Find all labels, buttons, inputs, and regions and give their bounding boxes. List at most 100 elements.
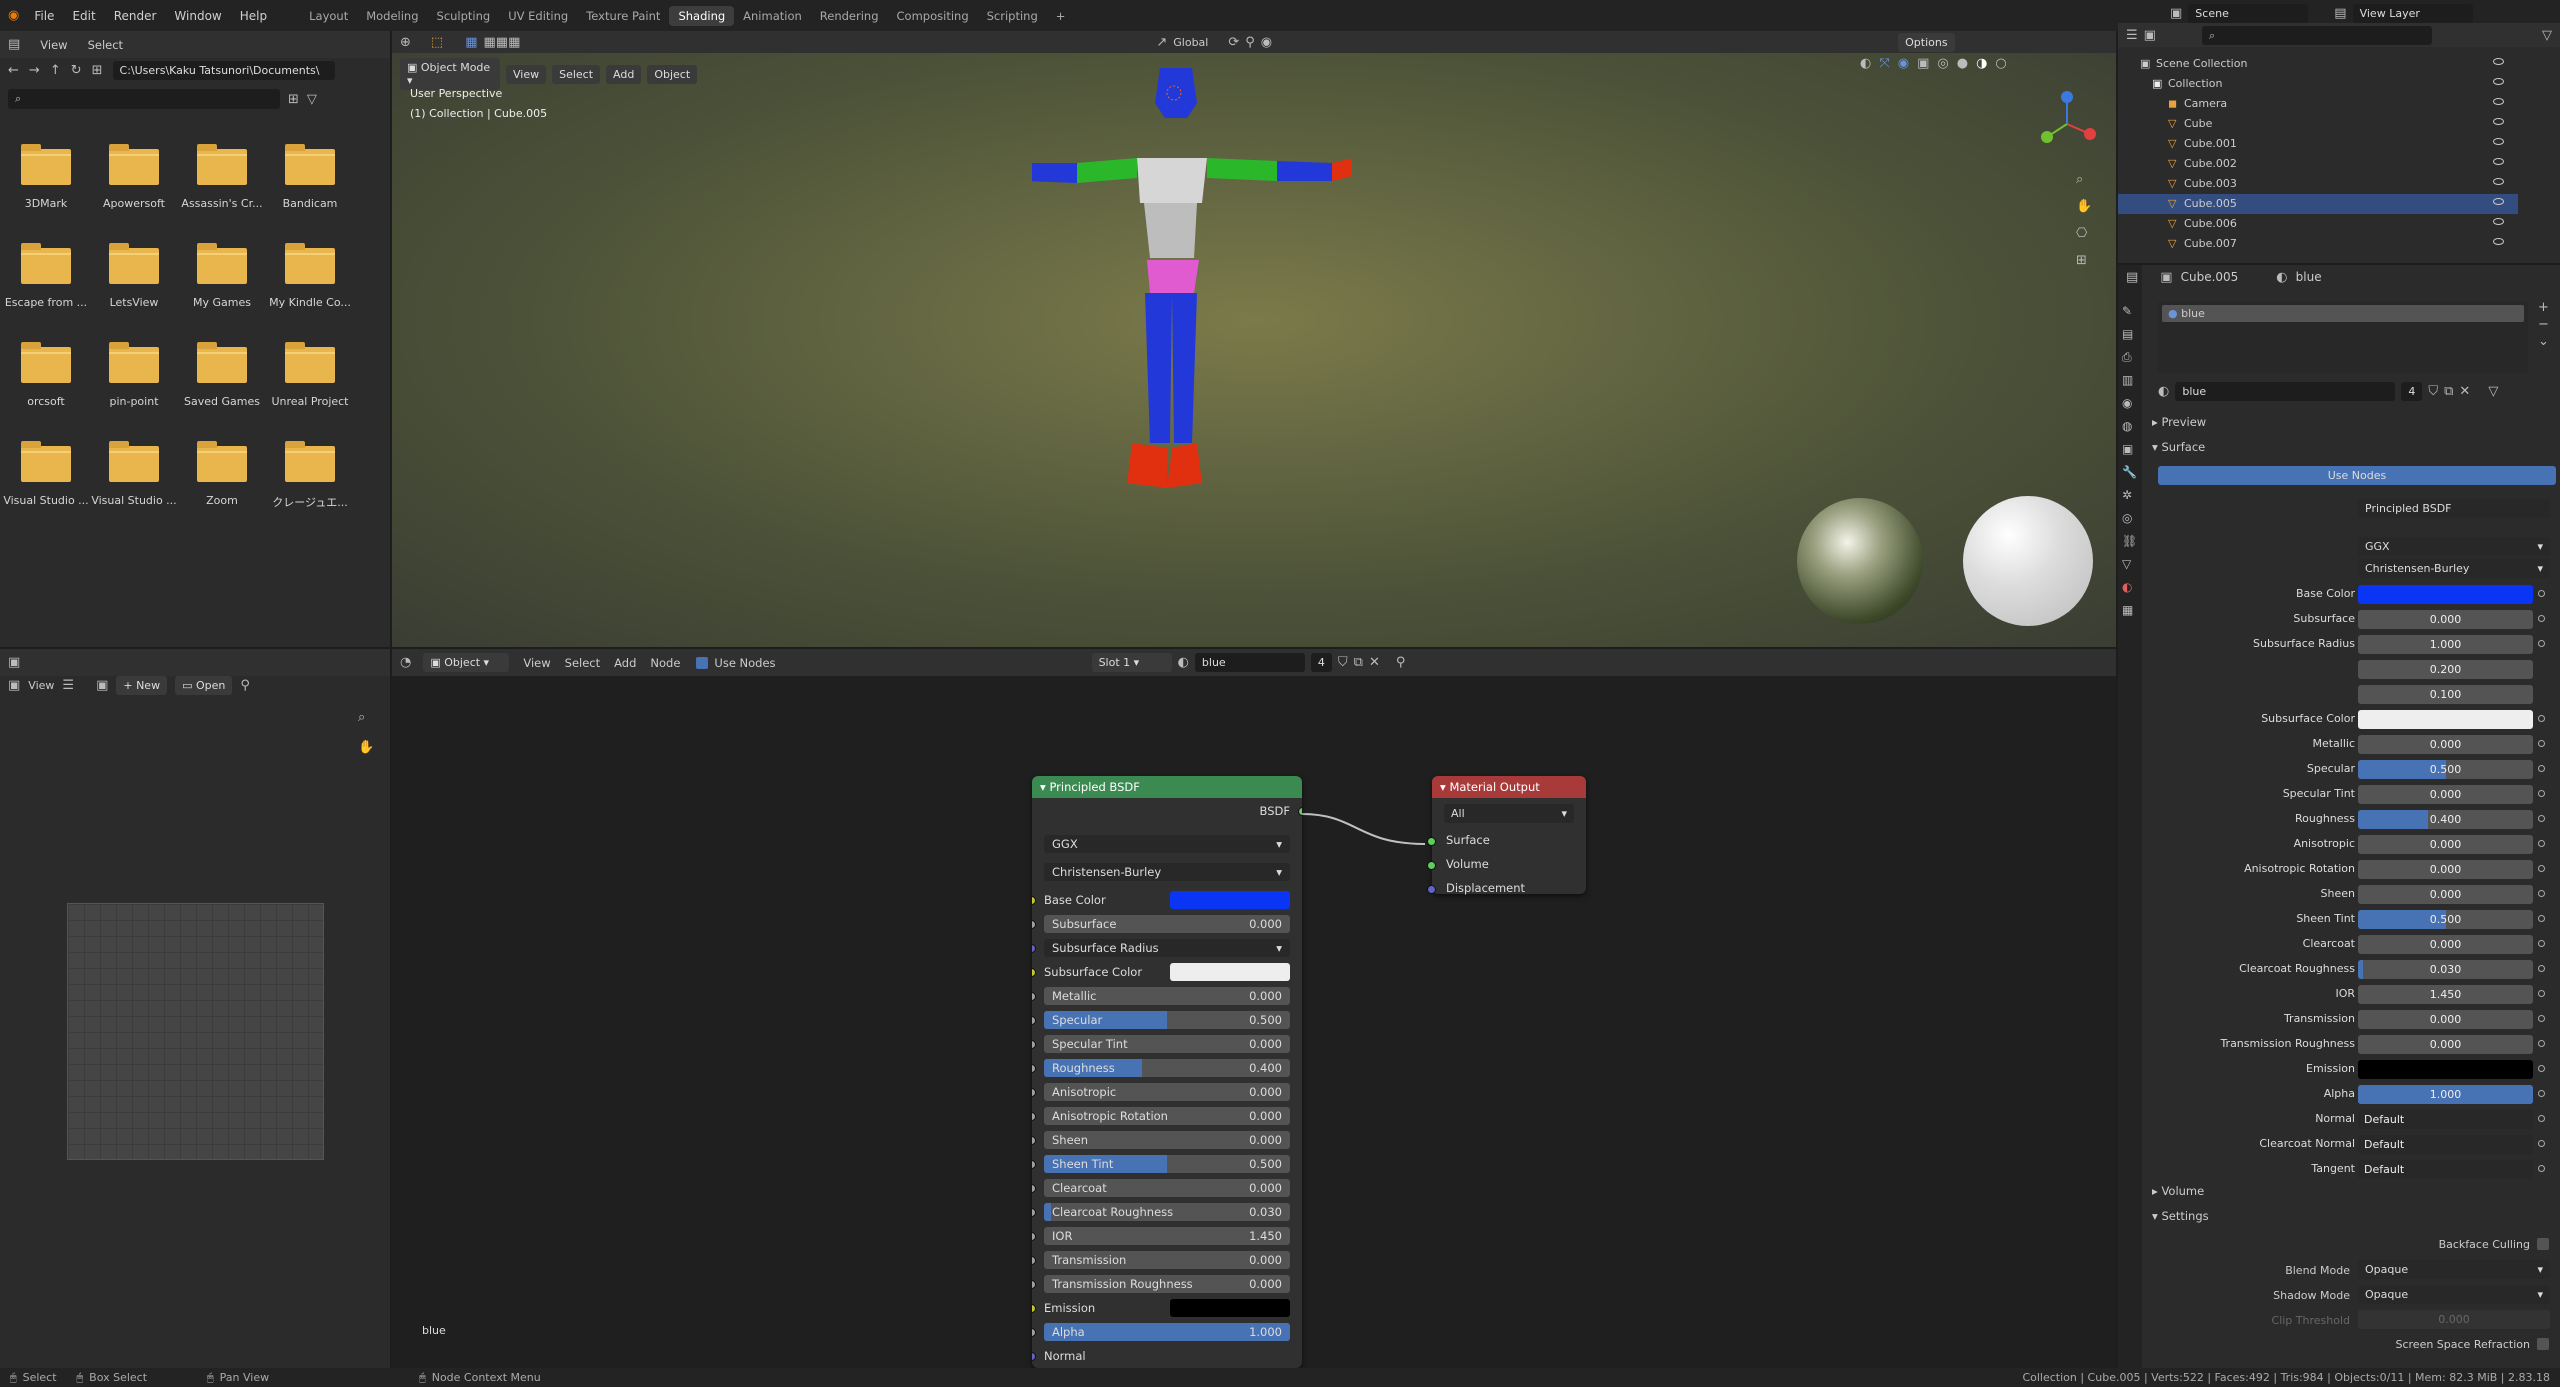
bsdf-input-subsurface-color[interactable]: Subsurface Color bbox=[1032, 960, 1302, 984]
object-data-tab-icon[interactable]: ▽ bbox=[2122, 558, 2137, 570]
prop-slider[interactable]: 1.000 bbox=[2358, 635, 2533, 654]
output-icon[interactable]: ⎙ bbox=[2122, 351, 2137, 363]
parent-dir-icon[interactable]: ↑ bbox=[50, 64, 61, 77]
keyframe-dot-icon[interactable] bbox=[2538, 1015, 2545, 1022]
image-mode-icon[interactable]: ▣ bbox=[8, 679, 20, 692]
distribution-dropdown[interactable]: GGX ▾ bbox=[1044, 835, 1290, 853]
outliner-item[interactable]: ▽ Cube.001 bbox=[2118, 134, 2518, 154]
emission-swatch[interactable] bbox=[1170, 1299, 1290, 1317]
bsdf-slider[interactable]: Alpha 1.000 bbox=[1044, 1323, 1290, 1341]
prop-slider[interactable]: 0.000 bbox=[2358, 610, 2533, 629]
folder-item[interactable]: Unreal Project bbox=[266, 342, 354, 408]
material-tab-icon[interactable]: ◐ bbox=[2122, 581, 2137, 593]
prop-slider[interactable]: 0.000 bbox=[2358, 860, 2533, 879]
ne-menu-add[interactable]: Add bbox=[614, 656, 636, 670]
input-socket[interactable] bbox=[1032, 968, 1036, 977]
viewport-pan-icon[interactable]: ✋ bbox=[2076, 200, 2092, 213]
keyframe-dot-icon[interactable] bbox=[2538, 590, 2545, 597]
navigation-gizmo[interactable] bbox=[2032, 89, 2102, 159]
input-socket[interactable] bbox=[1032, 1256, 1036, 1265]
outliner-item[interactable]: ▽ Cube bbox=[2118, 114, 2518, 134]
visibility-eye-icon[interactable] bbox=[2493, 78, 2504, 85]
subsurface-color-swatch[interactable] bbox=[1170, 963, 1290, 981]
input-socket[interactable] bbox=[1032, 992, 1036, 1001]
use-nodes-checkbox[interactable] bbox=[696, 656, 709, 669]
ne-menu-select[interactable]: Select bbox=[565, 656, 600, 670]
folder-item[interactable]: Saved Games bbox=[178, 342, 266, 408]
keyframe-dot-icon[interactable] bbox=[2538, 740, 2545, 747]
volume-socket[interactable] bbox=[1427, 861, 1436, 870]
3d-viewport[interactable]: ▣ Object Mode ▾ View Select Add Object ◐… bbox=[392, 53, 2116, 647]
section-surface[interactable]: ▾ Surface bbox=[2152, 440, 2205, 454]
duplicate-material-icon[interactable]: ⧉ bbox=[1354, 656, 1363, 669]
output-node-header[interactable]: ▾ Material Output bbox=[1432, 776, 1586, 798]
menu-edit[interactable]: Edit bbox=[63, 9, 104, 23]
gizmo-icon[interactable]: ⤧ bbox=[1879, 57, 1889, 70]
prop-slider[interactable]: 0.000 bbox=[2358, 1010, 2533, 1029]
section-preview[interactable]: ▸ Preview bbox=[2152, 415, 2206, 429]
tab-layout[interactable]: Layout bbox=[300, 6, 357, 26]
input-socket[interactable] bbox=[1032, 1208, 1036, 1217]
prop-link-field[interactable]: Default bbox=[2358, 1160, 2533, 1179]
bsdf-slider[interactable]: Specular 0.500 bbox=[1044, 1011, 1290, 1029]
bsdf-slider[interactable]: Clearcoat 0.000 bbox=[1044, 1179, 1290, 1197]
folder-item[interactable]: Bandicam bbox=[266, 144, 354, 210]
prop-slider[interactable]: 0.000 bbox=[2358, 1035, 2533, 1054]
tab-modeling[interactable]: Modeling bbox=[357, 6, 427, 26]
bsdf-slider[interactable]: Subsurface 0.000 bbox=[1044, 915, 1290, 933]
tab-sculpting[interactable]: Sculpting bbox=[428, 6, 500, 26]
bsdf-input-specular[interactable]: Specular 0.500 bbox=[1032, 1008, 1302, 1032]
input-socket[interactable] bbox=[1032, 1352, 1036, 1361]
bsdf-output-socket[interactable] bbox=[1298, 807, 1302, 816]
input-socket[interactable] bbox=[1032, 1328, 1036, 1337]
bsdf-slider[interactable]: Transmission 0.000 bbox=[1044, 1251, 1290, 1269]
ortho-toggle-icon[interactable]: ⊞ bbox=[2076, 254, 2092, 267]
xray-icon[interactable]: ▣ bbox=[1917, 57, 1929, 70]
folder-item[interactable]: Visual Studio ... bbox=[90, 441, 178, 507]
properties-type-icon[interactable]: ▤ bbox=[2126, 271, 2138, 284]
fake-user-icon[interactable]: ⛉ bbox=[1338, 656, 1348, 669]
keyframe-dot-icon[interactable] bbox=[2538, 865, 2545, 872]
bsdf-input-alpha[interactable]: Alpha 1.000 bbox=[1032, 1320, 1302, 1344]
bsdf-input-metallic[interactable]: Metallic 0.000 bbox=[1032, 984, 1302, 1008]
search-input[interactable]: ⌕ bbox=[8, 89, 280, 109]
hamburger-icon[interactable]: ☰ bbox=[62, 679, 74, 692]
viewport-zoom-icon[interactable]: ⌕ bbox=[2076, 173, 2092, 186]
bsdf-slider[interactable]: Anisotropic Rotation 0.000 bbox=[1044, 1107, 1290, 1125]
bsdf-slider[interactable]: Metallic 0.000 bbox=[1044, 987, 1290, 1005]
input-socket[interactable] bbox=[1032, 1184, 1036, 1193]
filter-icon[interactable]: ▽ bbox=[307, 93, 317, 106]
menu-file[interactable]: File bbox=[25, 9, 63, 23]
material-output-node[interactable]: ▾ Material Output All ▾ Surface Volume Di… bbox=[1427, 776, 1586, 895]
modifier-tab-icon[interactable]: 🔧 bbox=[2122, 466, 2137, 478]
section-settings[interactable]: ▾ Settings bbox=[2152, 1209, 2209, 1223]
material-users-count[interactable]: 4 bbox=[1310, 653, 1332, 672]
input-socket[interactable] bbox=[1032, 1136, 1036, 1145]
prop-slider[interactable]: 0.200 bbox=[2358, 660, 2533, 679]
output-target-dropdown[interactable]: All ▾ bbox=[1444, 804, 1574, 823]
prop-slider[interactable]: 0.500 bbox=[2358, 760, 2533, 779]
object-tab-icon[interactable]: ▣ bbox=[2122, 443, 2137, 455]
prop-link-field[interactable]: Default bbox=[2358, 1110, 2533, 1129]
outliner-scene-collection[interactable]: ▣ Scene Collection bbox=[2118, 54, 2518, 74]
node-pin-icon[interactable]: ⚲ bbox=[1396, 656, 1406, 669]
vp-menu-object[interactable]: Object bbox=[647, 64, 698, 84]
bsdf-input-sheen[interactable]: Sheen 0.000 bbox=[1032, 1128, 1302, 1152]
view-layer-field[interactable]: View Layer bbox=[2352, 4, 2473, 23]
outliner-search-input[interactable]: ⌕ bbox=[2201, 25, 2432, 45]
new-image-button[interactable]: + New bbox=[116, 676, 168, 695]
keyframe-dot-icon[interactable] bbox=[2538, 1165, 2545, 1172]
section-volume[interactable]: ▸ Volume bbox=[2152, 1184, 2204, 1198]
visibility-eye-icon[interactable] bbox=[2493, 218, 2504, 225]
outliner-item[interactable]: ▽ Cube.005 bbox=[2118, 194, 2518, 214]
props-subsurface-method-dropdown[interactable]: Christensen-Burley ▾ bbox=[2358, 559, 2550, 578]
folder-item[interactable]: 3DMark bbox=[2, 144, 90, 210]
keyframe-dot-icon[interactable] bbox=[2538, 990, 2545, 997]
bsdf-input-specular-tint[interactable]: Specular Tint 0.000 bbox=[1032, 1032, 1302, 1056]
prop-slider[interactable]: 0.030 bbox=[2358, 960, 2533, 979]
vp-menu-select[interactable]: Select bbox=[552, 64, 601, 84]
camera-view-icon[interactable]: ⎔ bbox=[2076, 227, 2092, 240]
tab-shading[interactable]: Shading bbox=[669, 5, 735, 26]
properties-material-name[interactable]: blue bbox=[2296, 270, 2322, 284]
render-icon[interactable]: ▤ bbox=[2122, 328, 2137, 340]
